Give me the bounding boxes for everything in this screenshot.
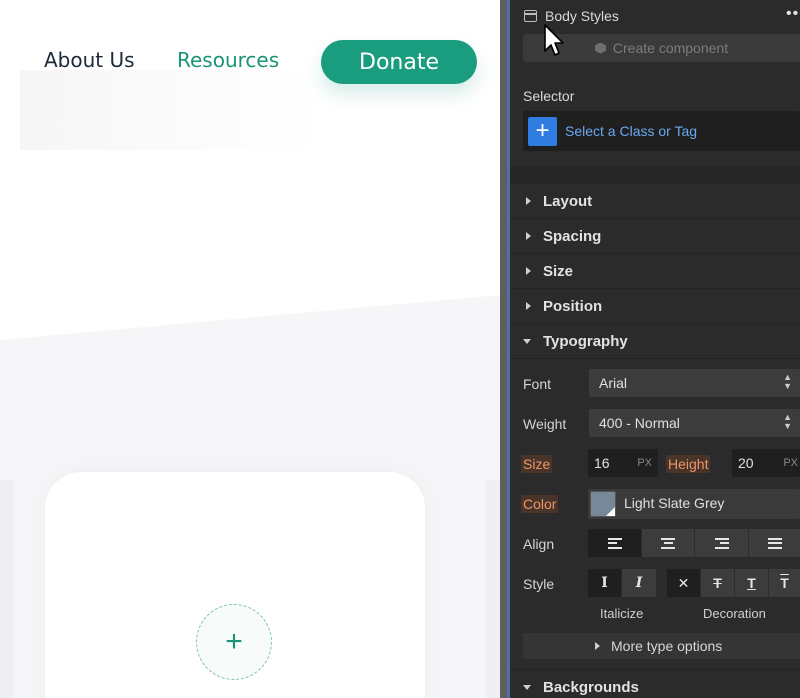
align-button-group xyxy=(588,529,800,557)
strikethrough-icon: T xyxy=(713,575,722,591)
italic-on-button[interactable]: I xyxy=(622,569,656,597)
select-arrows-icon: ▲ ▼ xyxy=(783,412,792,431)
align-left-button[interactable] xyxy=(588,529,642,557)
ghost-column xyxy=(0,480,14,698)
selector-placeholder: Select a Class or Tag xyxy=(565,123,698,139)
align-right-icon xyxy=(714,537,729,549)
window-icon xyxy=(524,10,537,22)
design-canvas[interactable]: About Us Resources Donate + xyxy=(0,0,500,698)
panel-resize-handle[interactable] xyxy=(500,0,510,698)
more-options-icon[interactable]: ••• xyxy=(786,5,800,23)
section-layout[interactable]: Layout xyxy=(510,184,800,219)
caret-right-icon xyxy=(526,197,531,205)
section-label: Layout xyxy=(543,193,593,210)
caret-right-icon xyxy=(526,267,531,275)
align-left-icon xyxy=(607,537,622,549)
font-select[interactable]: Arial ▲ ▼ xyxy=(589,369,800,397)
background-shape-faint xyxy=(20,70,320,150)
align-center-button[interactable] xyxy=(642,529,695,557)
align-center-icon xyxy=(661,537,675,549)
decoration-label: Decoration xyxy=(703,606,766,621)
font-size-input[interactable]: 16 PX xyxy=(588,449,658,477)
panel-title: Body Styles xyxy=(545,8,619,24)
selector-input[interactable]: + Select a Class or Tag xyxy=(523,111,800,151)
section-spacing[interactable]: Spacing xyxy=(510,219,800,254)
decoration-none-button[interactable]: ✕ xyxy=(667,569,701,597)
align-justify-button[interactable] xyxy=(749,529,800,557)
donate-button[interactable]: Donate xyxy=(321,40,477,84)
nav-link-about[interactable]: About Us xyxy=(44,48,135,72)
caret-down-icon xyxy=(523,339,531,344)
caret-right-icon xyxy=(526,302,531,310)
more-type-options-button[interactable]: More type options xyxy=(523,633,800,659)
section-label: Size xyxy=(543,263,574,280)
underline-icon: T xyxy=(747,575,756,591)
align-right-button[interactable] xyxy=(695,529,749,557)
size-label: Size xyxy=(521,455,553,473)
section-label: Backgrounds xyxy=(543,679,639,696)
underline-button[interactable]: T xyxy=(735,569,769,597)
caret-right-icon xyxy=(595,642,600,650)
close-icon: ✕ xyxy=(677,574,690,591)
line-height-value: 20 xyxy=(738,455,754,471)
nav-link-resources[interactable]: Resources xyxy=(177,48,279,72)
section-label: Position xyxy=(543,298,603,315)
plus-icon: + xyxy=(225,625,243,658)
italicize-label: Italicize xyxy=(600,606,644,621)
decoration-button-group: ✕ T T T xyxy=(667,569,800,597)
strikethrough-button[interactable]: T xyxy=(701,569,735,597)
italic-off-icon: I xyxy=(601,575,608,591)
section-size[interactable]: Size xyxy=(510,254,800,289)
unit-label: PX xyxy=(637,457,652,469)
align-label: Align xyxy=(523,536,555,552)
style-panel: Body Styles ••• Create component Selecto… xyxy=(510,0,800,698)
more-type-options-label: More type options xyxy=(611,638,723,654)
font-size-value: 16 xyxy=(594,455,610,471)
weight-value: 400 - Normal xyxy=(599,415,680,431)
italic-off-button[interactable]: I xyxy=(588,569,622,597)
section-typography[interactable]: Typography xyxy=(510,324,800,359)
weight-select[interactable]: 400 - Normal ▲ ▼ xyxy=(589,409,800,437)
selector-label: Selector xyxy=(523,88,575,104)
line-height-input[interactable]: 20 PX xyxy=(732,449,800,477)
add-element-button[interactable]: + xyxy=(196,604,272,680)
line-height-label: Height xyxy=(666,455,711,473)
font-label: Font xyxy=(523,376,552,392)
style-label: Style xyxy=(523,576,555,592)
section-label: Spacing xyxy=(543,228,602,245)
align-justify-icon xyxy=(767,537,782,549)
ghost-column xyxy=(486,480,500,698)
mouse-cursor-icon xyxy=(544,24,564,56)
section-backgrounds[interactable]: Backgrounds xyxy=(510,669,800,698)
section-position[interactable]: Position xyxy=(510,289,800,324)
caret-right-icon xyxy=(526,232,531,240)
font-value: Arial xyxy=(599,375,628,391)
color-swatch[interactable] xyxy=(590,491,616,517)
italic-button-group: I I xyxy=(588,569,656,597)
caret-down-icon xyxy=(523,685,531,690)
color-label: Color xyxy=(521,495,559,513)
overline-icon: T xyxy=(780,575,789,591)
weight-label: Weight xyxy=(523,416,567,432)
unit-label: PX xyxy=(783,457,798,469)
panel-separator xyxy=(510,166,800,184)
add-selector-icon[interactable]: + xyxy=(528,117,557,146)
section-label: Typography xyxy=(543,333,628,350)
select-arrows-icon: ▲ ▼ xyxy=(783,372,792,391)
create-component-label: Create component xyxy=(612,40,729,56)
overline-button[interactable]: T xyxy=(769,569,800,597)
component-cube-icon xyxy=(594,42,606,54)
color-name: Light Slate Grey xyxy=(624,495,725,511)
italic-on-icon: I xyxy=(635,575,643,591)
